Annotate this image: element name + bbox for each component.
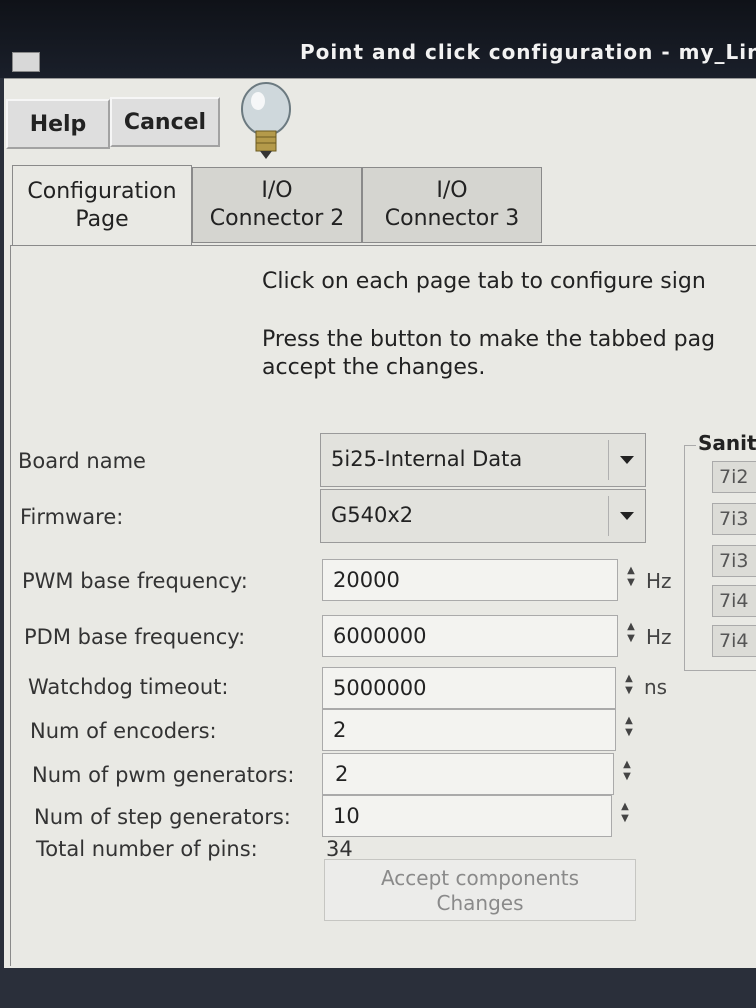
pdm-frequency-stepper[interactable]: ▲ ▼ — [624, 621, 638, 651]
board-name-value: 5i25-Internal Data — [331, 447, 523, 471]
pdm-frequency-input[interactable]: 6000000 — [322, 615, 618, 657]
instruction-line-3: accept the changes. — [262, 355, 486, 380]
pwm-frequency-stepper[interactable]: ▲ ▼ — [624, 565, 638, 595]
total-pins-value: 34 — [326, 837, 353, 861]
config-window: Help Cancel Configuration Page I/O Connect… — [4, 78, 756, 969]
board-name-combo[interactable]: 5i25-Internal Data — [320, 433, 646, 487]
accept-changes-button[interactable]: Accept components Changes — [324, 859, 636, 921]
total-pins-label: Total number of pins: — [36, 837, 258, 861]
pwm-generators-input[interactable]: 2 — [322, 753, 614, 795]
pwm-generators-label: Num of pwm generators: — [32, 763, 295, 787]
pdm-frequency-label: PDM base frequency: — [24, 625, 246, 649]
pwm-frequency-input[interactable]: 20000 — [322, 559, 618, 601]
step-generators-input[interactable]: 10 — [322, 795, 612, 837]
firmware-label: Firmware: — [20, 505, 124, 529]
encoders-stepper[interactable]: ▲ ▼ — [622, 715, 636, 745]
instruction-line-1: Click on each page tab to configure sign — [262, 269, 706, 294]
screen-bezel — [0, 968, 756, 1008]
lightbulb-icon — [241, 82, 291, 159]
watchdog-label: Watchdog timeout: — [28, 675, 229, 699]
watchdog-input[interactable]: 5000000 — [322, 667, 616, 709]
window-menu-icon[interactable] — [12, 52, 40, 72]
help-button[interactable]: Help — [6, 99, 110, 149]
cancel-button[interactable]: Cancel — [110, 97, 220, 147]
pwm-frequency-label: PWM base frequency: — [22, 569, 248, 593]
title-bar: Point and click configuration - my_Lin — [0, 0, 756, 78]
pwm-generators-stepper[interactable]: ▲ ▼ — [620, 759, 634, 789]
watchdog-unit: ns — [644, 675, 668, 699]
instruction-line-2: Press the button to make the tabbed pag — [262, 327, 716, 352]
board-name-label: Board name — [18, 449, 146, 473]
encoders-input[interactable]: 2 — [322, 709, 616, 751]
sanity-check-title: Sanit — [696, 431, 756, 455]
sanity-item-button[interactable]: 7i3 — [712, 503, 756, 535]
tab-configuration-page[interactable]: Configuration Page — [12, 165, 192, 245]
sanity-item-button[interactable]: 7i3 — [712, 545, 756, 577]
window-title: Point and click configuration - my_Lin — [300, 40, 756, 64]
chevron-down-icon[interactable] — [608, 440, 645, 480]
step-generators-stepper[interactable]: ▲ ▼ — [618, 801, 632, 831]
watchdog-stepper[interactable]: ▲ ▼ — [622, 673, 636, 703]
firmware-value: G540x2 — [331, 503, 414, 527]
step-generators-label: Num of step generators: — [34, 805, 291, 829]
chevron-down-icon[interactable] — [608, 496, 645, 536]
tab-io-connector-3[interactable]: I/O Connector 3 — [362, 167, 542, 243]
pdm-frequency-unit: Hz — [646, 625, 672, 649]
sanity-item-button[interactable]: 7i4 — [712, 585, 756, 617]
firmware-combo[interactable]: G540x2 — [320, 489, 646, 543]
sanity-item-button[interactable]: 7i2 — [712, 461, 756, 493]
tab-io-connector-2[interactable]: I/O Connector 2 — [192, 167, 362, 243]
sanity-item-button[interactable]: 7i4 — [712, 625, 756, 657]
pwm-frequency-unit: Hz — [646, 569, 672, 593]
encoders-label: Num of encoders: — [30, 719, 217, 743]
